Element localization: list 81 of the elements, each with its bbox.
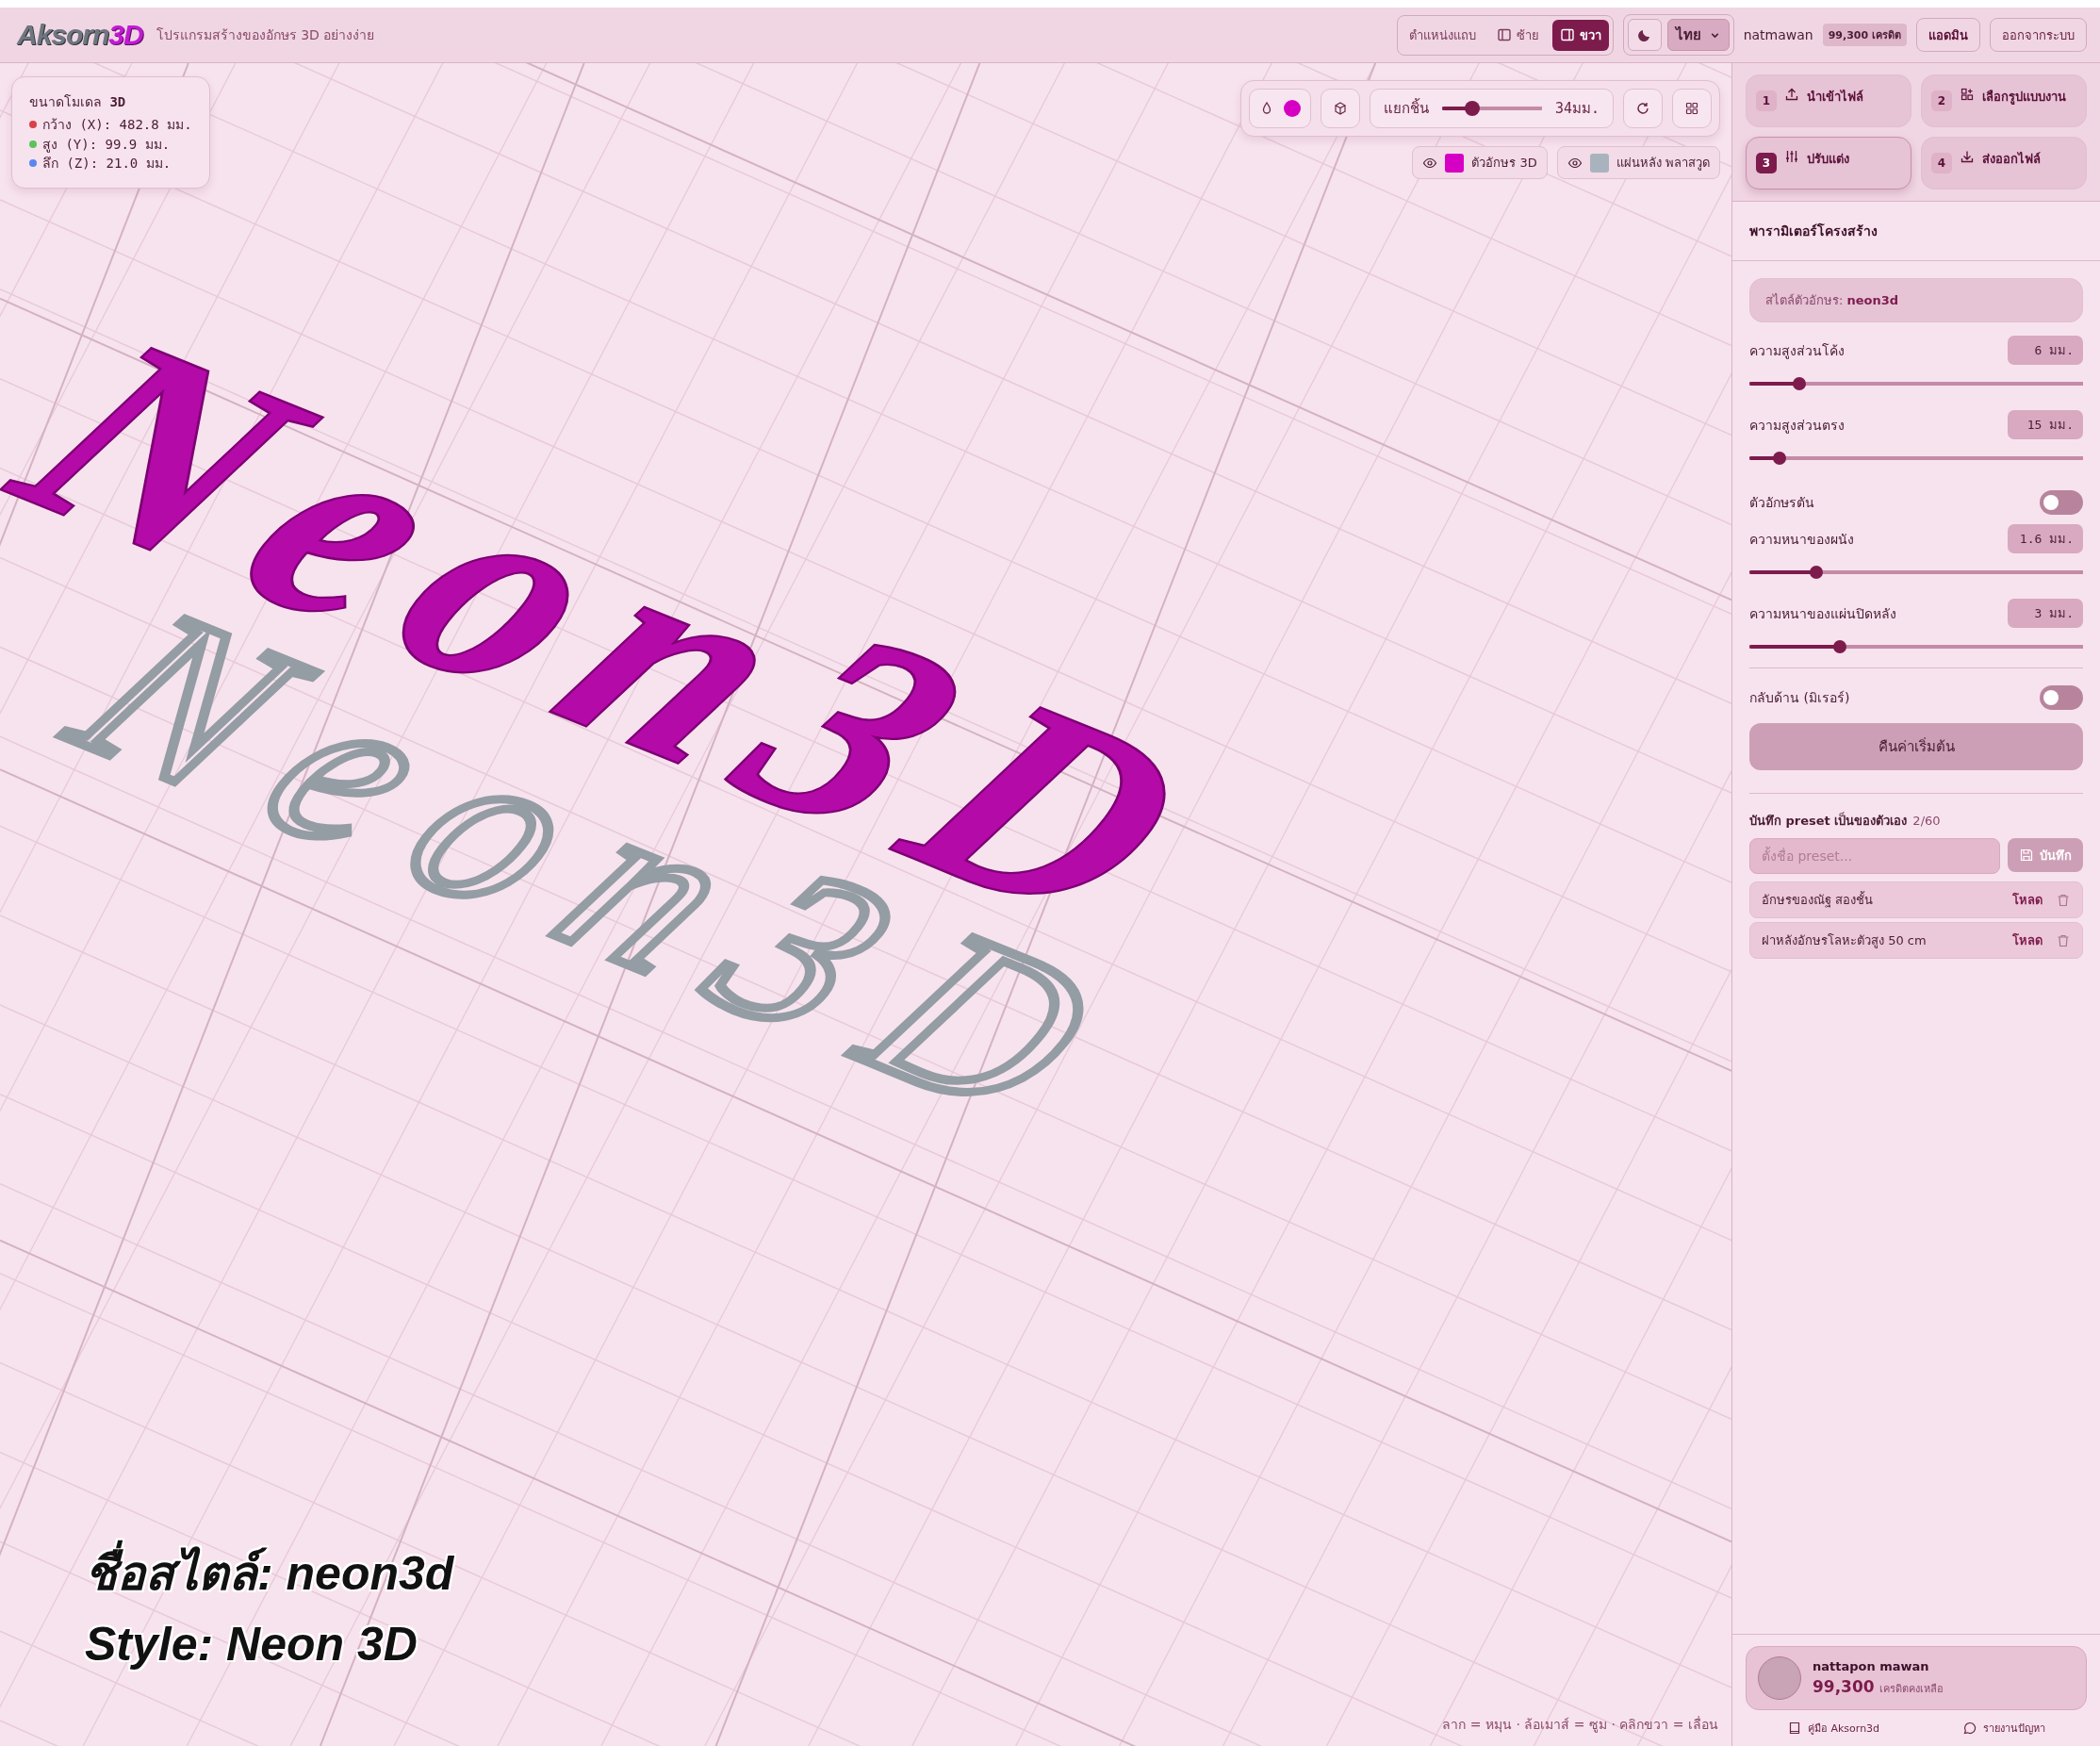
view-cube-button[interactable] xyxy=(1320,89,1360,128)
separate-parts-label: แยกชิ้น xyxy=(1383,97,1429,119)
step-number: 2 xyxy=(1931,91,1952,111)
trash-icon xyxy=(2056,892,2071,908)
slider-thumb[interactable] xyxy=(1809,566,1823,579)
sidebar-position-label: ตำแหน่งแถบ xyxy=(1407,26,1477,44)
footer-link[interactable]: รายงานปัญหา xyxy=(1962,1720,2045,1737)
slider-thumb[interactable] xyxy=(1793,377,1807,390)
floor-grid-drawing[interactable] xyxy=(0,63,1731,1746)
parameter-value-field[interactable]: 15 มม. xyxy=(2008,410,2083,439)
toggle-switch[interactable] xyxy=(2040,685,2083,710)
step-tab[interactable]: 1 นำเข้าไฟล์ xyxy=(1746,74,1911,127)
section-title: พารามิเตอร์โครงสร้าง xyxy=(1732,202,2100,261)
load-preset-button[interactable]: โหลด xyxy=(2012,890,2043,910)
dark-mode-button[interactable] xyxy=(1627,19,1662,51)
grid-toggle-button[interactable] xyxy=(1672,89,1712,128)
cube-icon xyxy=(1332,101,1348,116)
dimension-value: กว้าง (X): 482.8 มม. xyxy=(42,116,192,135)
layer-chip[interactable]: แผ่นหลัง พลาสวูด xyxy=(1556,146,1720,179)
toggle-switch[interactable] xyxy=(2040,490,2083,515)
footer-link[interactable]: คู่มือ Aksorn3d xyxy=(1786,1720,1880,1737)
sidebar-position-option[interactable]: ซ้าย xyxy=(1488,19,1547,51)
app-tagline: โปรแกรมสร้างของอักษร 3D อย่างง่าย xyxy=(156,26,375,44)
credit-badge: 99,300 เครดิต xyxy=(1822,24,1907,46)
reset-view-button[interactable] xyxy=(1623,89,1663,128)
parameter-label: ความสูงส่วนตรง xyxy=(1749,416,1845,436)
preset-name-field[interactable]: ตั้งชื่อ preset... xyxy=(1749,838,2000,874)
load-preset-button[interactable]: โหลด xyxy=(2012,931,2043,950)
download-icon xyxy=(1960,149,1975,164)
user-full-name: nattapon mawan xyxy=(1813,1659,1930,1673)
parameter-value-field[interactable]: 6 มม. xyxy=(2008,336,2083,365)
moon-icon xyxy=(1636,27,1652,42)
separate-parts-value: 34มม. xyxy=(1554,99,1600,119)
parameter-label: ความหนาของแผ่นปิดหลัง xyxy=(1749,604,1896,623)
admin-button[interactable]: แอดมิน xyxy=(1916,18,1980,52)
reset-defaults-button[interactable]: คืนค่าเริ่มต้น xyxy=(1749,723,2083,770)
color-button[interactable] xyxy=(1248,89,1311,128)
credit-caption: เครดิตคงเหลือ xyxy=(1879,1682,1944,1697)
user-avatar xyxy=(1758,1656,1801,1700)
chat-bubble-icon xyxy=(1962,1721,1977,1736)
step-tab[interactable]: 4 ส่งออกไฟล์ xyxy=(1921,137,2087,189)
preset-name: ฝาหลังอักษรโลหะตัวสูง 50 cm xyxy=(1762,932,1927,950)
username: natmawan xyxy=(1743,27,1813,42)
trash-icon xyxy=(2056,932,2071,948)
parameter-label: ความหนาของผนัง xyxy=(1749,530,1854,549)
style-caption: ชื่อสไตล์: neon3d xyxy=(85,1539,468,1609)
parameter-value-field[interactable]: 3 มม. xyxy=(2008,599,2083,628)
grid-icon xyxy=(1684,101,1699,116)
slider-thumb[interactable] xyxy=(1464,101,1480,116)
dimension-value: ลึก (Z): 21.0 มม. xyxy=(42,154,172,173)
slider-thumb[interactable] xyxy=(1832,640,1846,653)
panel-icon xyxy=(1496,27,1512,42)
toggle-label: ตัวอักษรตัน xyxy=(1749,494,1814,512)
language-select[interactable]: ไทย xyxy=(1666,19,1730,51)
credit-amount: 99,300 xyxy=(1813,1677,1875,1696)
step-number: 1 xyxy=(1756,91,1777,111)
parameter-label: ความสูงส่วนโค้ง xyxy=(1749,341,1845,361)
logout-button[interactable]: ออกจากระบบ xyxy=(1990,18,2087,52)
parameter-value-field[interactable]: 1.6 มม. xyxy=(2008,524,2083,553)
toggle-label: กลับด้าน (มิเรอร์) xyxy=(1749,689,1850,707)
slider-thumb[interactable] xyxy=(1772,452,1786,465)
dimension-value: สูง (Y): 99.9 มม. xyxy=(42,135,171,154)
controls-hint: ลาก = หมุน · ล้อเมาส์ = ซูม · คลิกขวา = เลื่อน xyxy=(1442,1715,1718,1735)
step-tab[interactable]: 2 เลือกรูปแบบงาน xyxy=(1921,74,2087,127)
font-style-info: สไตล์ตัวอักษร: neon3d xyxy=(1749,278,2083,322)
layout-icon xyxy=(1960,87,1975,102)
style-caption: Style: Neon 3D xyxy=(85,1617,418,1672)
upload-icon xyxy=(1784,87,1799,102)
sliders-icon xyxy=(1784,149,1799,164)
preset-name: อักษรของณัฐ สองชั้น xyxy=(1762,890,1874,910)
step-number: 4 xyxy=(1931,153,1952,173)
refresh-icon xyxy=(1635,101,1650,116)
sidebar-position-option[interactable]: ขวา xyxy=(1551,19,1609,51)
dimensions-title: ขนาดโมเดล 3D xyxy=(29,93,127,111)
panel-icon xyxy=(1559,27,1575,42)
app-logo[interactable]: Aksorn3D xyxy=(17,19,143,51)
presets-count: 2/60 xyxy=(1912,814,1941,828)
layer-chip[interactable]: ตัวอักษร 3D xyxy=(1412,146,1548,179)
step-number: 3 xyxy=(1756,153,1777,173)
step-tab[interactable]: 3 ปรับแต่ง xyxy=(1746,137,1911,189)
presets-title: บันทึก preset เป็นของตัวเอง xyxy=(1749,811,1908,830)
